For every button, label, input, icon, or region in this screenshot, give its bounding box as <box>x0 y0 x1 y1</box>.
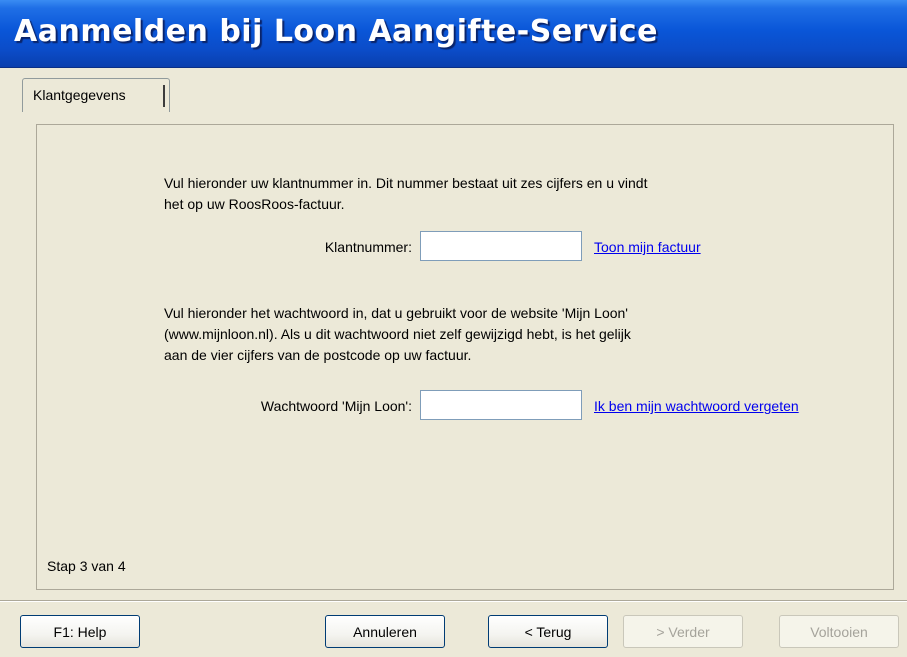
password-instructions: Vul hieronder het wachtwoord in, dat u g… <box>164 303 631 366</box>
cancel-button[interactable]: Annuleren <box>325 615 445 648</box>
help-button[interactable]: F1: Help <box>20 615 140 648</box>
next-button[interactable]: > Verder <box>623 615 743 648</box>
finish-button[interactable]: Voltooien <box>779 615 899 648</box>
forgot-password-link[interactable]: Ik ben mijn wachtwoord vergeten <box>594 398 799 414</box>
customer-number-label: Klantnummer: <box>324 239 412 255</box>
title-bar: Aanmelden bij Loon Aangifte-Service <box>0 0 907 68</box>
intro-text: Vul hieronder uw klantnummer in. Dit num… <box>164 173 647 215</box>
intro-line-2: het op uw RoosRoos-factuur. <box>164 196 345 212</box>
step-indicator: Stap 3 van 4 <box>47 558 126 574</box>
button-bar-separator <box>0 600 907 602</box>
password-label: Wachtwoord 'Mijn Loon': <box>260 398 412 414</box>
password-input[interactable] <box>420 390 582 420</box>
customer-number-input[interactable] <box>420 231 582 261</box>
back-button[interactable]: < Terug <box>488 615 608 648</box>
password-line-1: Vul hieronder het wachtwoord in, dat u g… <box>164 305 628 321</box>
tab-klantgegevens[interactable]: Klantgegevens <box>22 78 170 112</box>
tab-edge <box>163 85 165 107</box>
intro-line-1: Vul hieronder uw klantnummer in. Dit num… <box>164 175 648 191</box>
window-title: Aanmelden bij Loon Aangifte-Service <box>14 14 658 49</box>
password-line-3: aan de vier cijfers van de postcode op u… <box>164 347 472 363</box>
tab-label: Klantgegevens <box>33 87 126 103</box>
password-line-2: (www.mijnloon.nl). Als u dit wachtwoord … <box>164 326 631 342</box>
show-invoice-link[interactable]: Toon mijn factuur <box>594 239 701 255</box>
